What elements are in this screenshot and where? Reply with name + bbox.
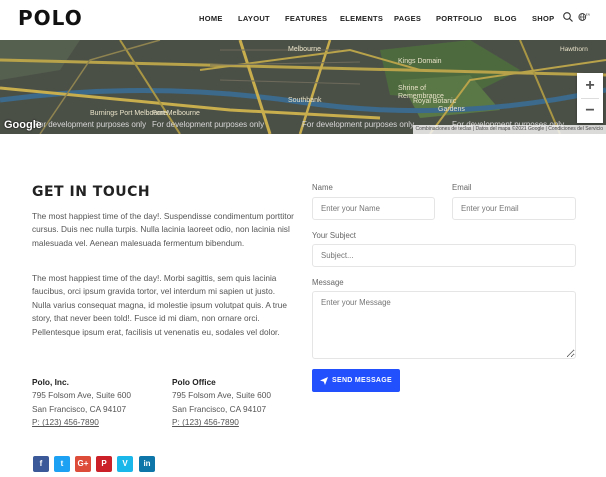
address-block: Polo Office 795 Folsom Ave, Suite 600 Sa… <box>172 376 271 430</box>
phone-link[interactable]: P: (123) 456-7890 <box>32 416 131 429</box>
vimeo-icon[interactable]: V <box>117 456 133 472</box>
nav-item-layout[interactable]: LAYOUT <box>238 14 270 23</box>
google-plus-icon[interactable]: G+ <box>75 456 91 472</box>
facebook-icon[interactable]: f <box>33 456 49 472</box>
map-label: Hawthorn <box>560 46 588 53</box>
map-attribution[interactable]: Combinaciones de teclas | Datos del mapa… <box>412 125 606 134</box>
address-block: Polo, Inc. 795 Folsom Ave, Suite 600 San… <box>32 376 131 430</box>
address-city: San Francisco, CA 94107 <box>172 403 267 414</box>
page-title: GET IN TOUCH <box>32 184 151 200</box>
map-embed[interactable]: Kings Domain Shrine of Remembrance Royal… <box>0 40 606 134</box>
twitter-icon[interactable]: t <box>54 456 70 472</box>
phone-link[interactable]: P: (123) 456-7890 <box>172 416 271 429</box>
nav-item-portfolio[interactable]: PORTFOLIO <box>436 14 482 23</box>
google-logo[interactable]: Google <box>4 119 42 131</box>
subject-input[interactable] <box>312 244 576 267</box>
zoom-out-button[interactable]: − <box>577 98 603 123</box>
nav-item-features[interactable]: FEATURES <box>285 14 327 23</box>
dev-notice: For development purposes only <box>152 120 265 129</box>
map-label: Kings Domain <box>398 58 442 65</box>
address-street: 795 Folsom Ave, Suite 600 <box>172 390 272 401</box>
story-paragraph: The most happiest time of the day!. Morb… <box>32 273 288 337</box>
search-icon[interactable] <box>562 11 574 23</box>
message-textarea[interactable] <box>312 291 576 359</box>
address-street: 795 Folsom Ave, Suite 600 <box>32 390 132 401</box>
address-city: San Francisco, CA 94107 <box>32 403 127 414</box>
nav-item-elements[interactable]: ELEMENTS <box>340 14 383 23</box>
pinterest-icon[interactable]: P <box>96 456 112 472</box>
site-header: POLO HOME LAYOUT FEATURES ELEMENTS PAGES… <box>0 0 606 40</box>
nav-item-pages[interactable]: PAGES <box>394 14 421 23</box>
name-label: Name <box>312 183 333 192</box>
globe-icon[interactable]: EN <box>578 11 590 23</box>
subject-label: Your Subject <box>312 231 356 240</box>
map-label: Southbank <box>288 97 322 104</box>
email-label: Email <box>452 183 472 192</box>
map-label: Melbourne <box>288 46 322 53</box>
zoom-in-button[interactable]: + <box>577 73 603 98</box>
paper-plane-icon <box>320 376 328 385</box>
address-name: Polo Office <box>172 377 216 387</box>
map-label: Royal Botanic <box>413 98 457 105</box>
dev-notice: For development purposes only <box>34 120 147 129</box>
address-name: Polo, Inc. <box>32 377 69 387</box>
language-badge: EN <box>586 12 590 16</box>
nav-item-shop[interactable]: SHOP <box>532 14 554 23</box>
zoom-control: + − <box>577 73 603 123</box>
email-input[interactable] <box>452 197 576 220</box>
site-logo[interactable]: POLO <box>18 6 83 30</box>
dev-notice: For development purposes only <box>302 120 415 129</box>
send-message-button[interactable]: SEND MESSAGE <box>312 369 400 392</box>
nav-item-blog[interactable]: BLOG <box>494 14 517 23</box>
send-message-label: SEND MESSAGE <box>332 377 392 384</box>
message-label: Message <box>312 278 344 287</box>
name-input[interactable] <box>312 197 435 220</box>
intro-paragraph: The most happiest time of the day!. Susp… <box>32 211 294 248</box>
linkedin-icon[interactable]: in <box>139 456 155 472</box>
map-label: Port Melbourne <box>152 110 200 117</box>
nav-item-home[interactable]: HOME <box>199 14 223 23</box>
map-label: Gardens <box>438 106 465 113</box>
